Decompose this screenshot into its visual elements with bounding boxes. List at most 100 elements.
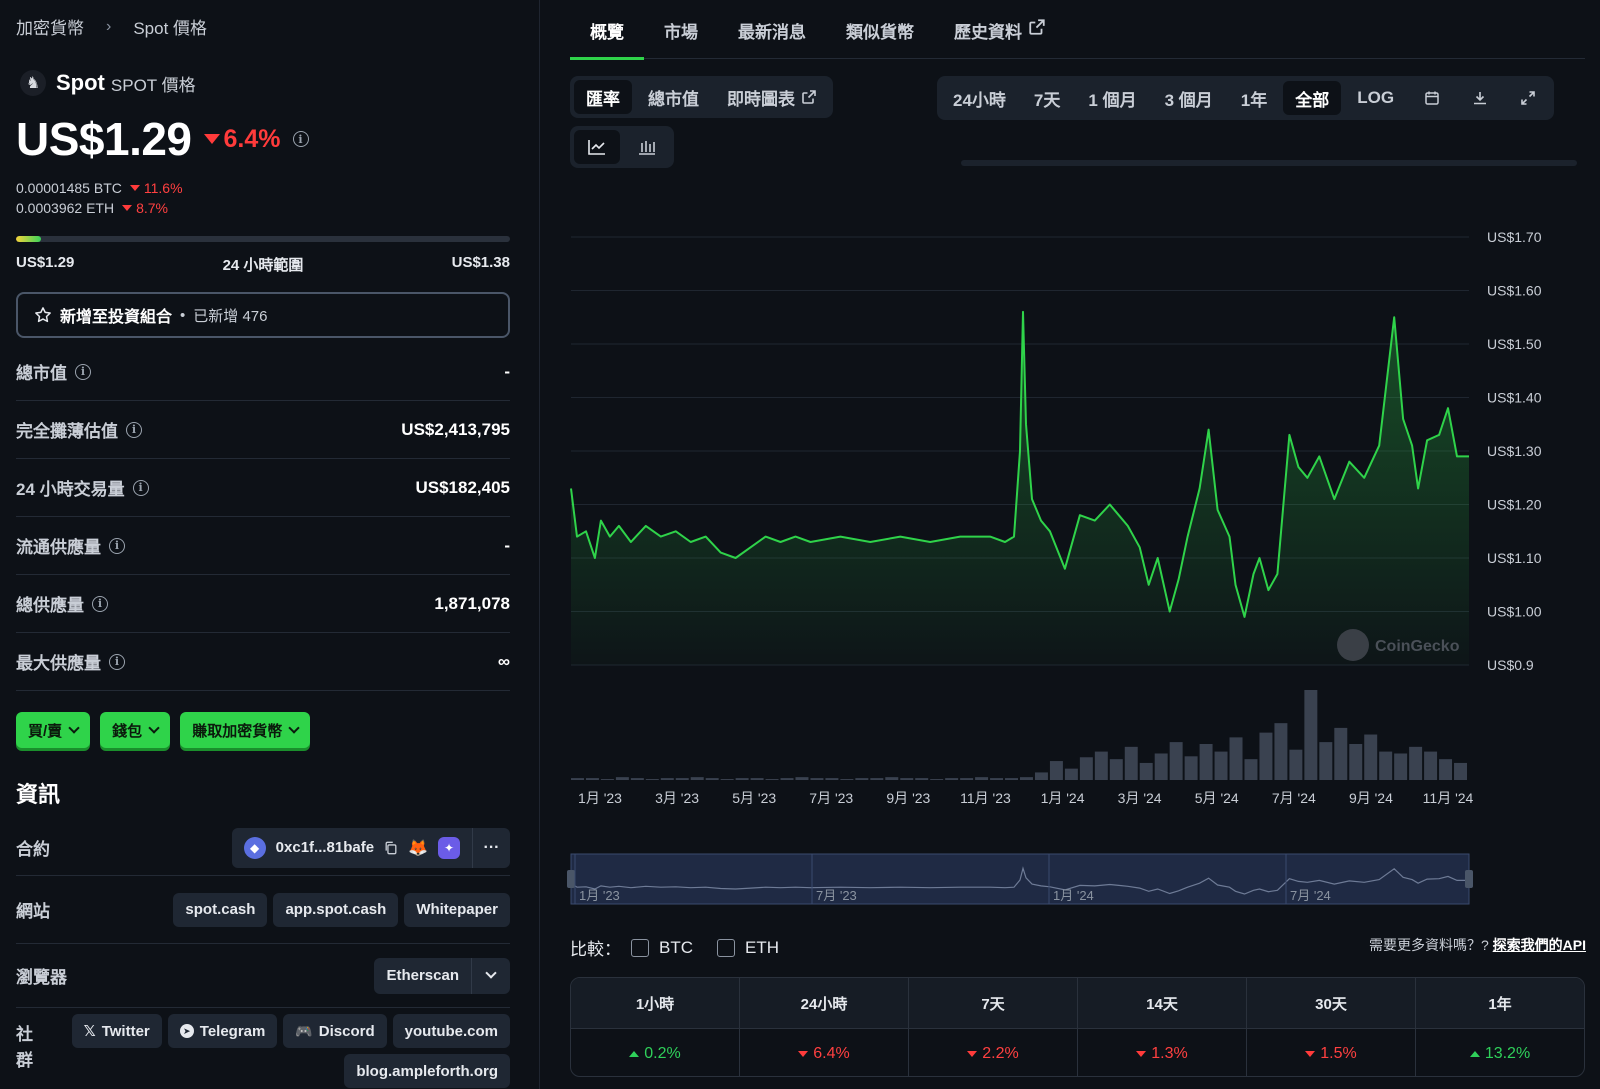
tab-news[interactable]: 最新消息 [738, 18, 806, 59]
volume-bar [1349, 744, 1363, 780]
metamask-icon[interactable]: 🦊 [408, 838, 428, 858]
volume-bar [840, 779, 854, 780]
buy-sell-button[interactable]: 買/賣 [16, 712, 91, 748]
range-low: US$1.29 [16, 254, 75, 271]
download-icon[interactable] [1458, 81, 1502, 115]
youtube-link[interactable]: youtube.com [392, 1014, 510, 1048]
volume-bar [1124, 746, 1138, 780]
tab-similar-coins[interactable]: 類似貨幣 [846, 18, 914, 59]
tab-markets[interactable]: 市場 [664, 18, 698, 59]
buy-sell-label: 買/賣 [28, 722, 63, 740]
social-label: 社群 [16, 1025, 33, 1070]
eth-compare-checkbox[interactable] [717, 938, 735, 957]
volume-bar [1034, 772, 1048, 780]
explorer-select[interactable]: Etherscan [374, 957, 510, 994]
stat-label: 流通供應量 i [16, 533, 125, 558]
chevron-down-icon [288, 721, 300, 734]
volume-bar [1109, 759, 1123, 780]
candlestick-chart-icon[interactable] [624, 130, 670, 164]
volume-bar [765, 779, 779, 780]
info-icon[interactable]: i [75, 363, 91, 380]
line-chart-icon[interactable] [574, 130, 620, 164]
volume-bar [1439, 759, 1453, 780]
volume-bar [705, 778, 719, 780]
x-tick-label: 3月 '24 [1118, 790, 1162, 806]
info-icon[interactable]: i [292, 131, 309, 147]
x-tick-label: 5月 '24 [1195, 790, 1239, 806]
eth-compare-label: ETH [745, 937, 779, 957]
range-scrollbar[interactable] [961, 160, 1577, 166]
fullscreen-icon[interactable] [1506, 81, 1550, 115]
range-3m[interactable]: 3 個月 [1153, 81, 1225, 115]
stat-label-text: 完全攤薄估值 [16, 422, 118, 441]
info-icon[interactable]: i [126, 421, 142, 438]
wallet-button[interactable]: 錢包 [100, 712, 171, 748]
earn-crypto-button[interactable]: 賺取加密貨幣 [180, 712, 311, 748]
volume-bar [1199, 744, 1213, 780]
volume-bar [930, 779, 944, 780]
volume-bar [885, 777, 899, 780]
performance-header-cell: 30天 [1247, 978, 1416, 1028]
info-icon[interactable]: i [109, 653, 125, 670]
performance-header-cell: 14天 [1078, 978, 1247, 1028]
range-navigator[interactable]: 1月 '23 7月 '23 1月 '24 7月 '24 [541, 852, 1600, 912]
btc-compare-checkbox[interactable] [631, 938, 649, 957]
website-link[interactable]: app.spot.cash [273, 892, 399, 927]
discord-icon: 🎮 [295, 1022, 313, 1039]
social-row: 社群 𝕏 Twitter ➤ Telegram 🎮 Discord youtube.c… [16, 1014, 510, 1089]
chevron-down-icon [148, 721, 160, 734]
performance-header-cell: 24小時 [740, 978, 909, 1028]
telegram-link[interactable]: ➤ Telegram [167, 1014, 278, 1048]
info-heading: 資訊 [16, 782, 61, 807]
social-links: 𝕏 Twitter ➤ Telegram 🎮 Discord youtube.com … [70, 1014, 510, 1088]
earn-label: 賺取加密貨幣 [192, 722, 283, 740]
mode-live-chart[interactable]: 即時圖表 [715, 80, 829, 114]
volume-bar [571, 778, 584, 780]
mode-market-cap[interactable]: 總市值 [636, 80, 711, 114]
tab-overview[interactable]: 概覽 [570, 18, 644, 60]
mode-price[interactable]: 匯率 [574, 80, 632, 114]
info-icon[interactable]: i [132, 479, 149, 496]
add-to-portfolio-button[interactable]: 新增至投資組合 • 已新增 476 [16, 292, 510, 338]
volume-bar [630, 778, 644, 780]
volume-bar [645, 779, 659, 780]
range-24h[interactable]: 24小時 [941, 81, 1018, 115]
volume-bar [990, 778, 1004, 780]
range-all[interactable]: 全部 [1283, 81, 1342, 115]
api-link[interactable]: 探索我們的API [1493, 937, 1586, 953]
contract-main[interactable]: ◆ 0xc1f...81bafe 🦊 ✦ [232, 836, 472, 859]
chart-panel: 概覽 市場 最新消息 類似貨幣 歷史資料 匯率 總市值 即時圖表 24小時 7天… [541, 0, 1600, 1089]
chart-mode-selector: 匯率 總市值 即時圖表 [570, 76, 833, 118]
tab-historical-data[interactable]: 歷史資料 [954, 18, 1046, 59]
website-link[interactable]: spot.cash [173, 892, 268, 927]
performance-header-cell: 1年 [1488, 995, 1512, 1013]
range-1y[interactable]: 1年 [1229, 81, 1279, 115]
log-scale-toggle[interactable]: LOG [1345, 81, 1406, 115]
more-options-icon[interactable]: ··· [472, 827, 510, 868]
calendar-icon[interactable] [1410, 81, 1454, 115]
coin-info-panel: 加密貨幣 › Spot 價格 ♞ Spot SPOT 價格 US$1.29 6.… [0, 0, 540, 1089]
breadcrumb-root[interactable]: 加密貨幣 [16, 14, 84, 39]
range-7d[interactable]: 7天 [1022, 81, 1072, 115]
live-chart-label: 即時圖表 [727, 89, 795, 109]
chevron-right-icon: › [106, 17, 112, 35]
whitepaper-link[interactable]: Whitepaper [404, 892, 510, 927]
copy-icon[interactable] [384, 841, 398, 855]
volume-bar [945, 778, 959, 780]
discord-label: Discord [318, 1022, 375, 1040]
discord-link[interactable]: 🎮 Discord [283, 1014, 387, 1048]
info-icon[interactable]: i [109, 537, 125, 554]
portfolio-count: 已新增 476 [193, 307, 268, 325]
range-1m[interactable]: 1 個月 [1076, 81, 1148, 115]
info-icon[interactable]: i [92, 595, 108, 612]
stat-row: 總供應量 i 1,871,078 [16, 575, 510, 633]
x-tick-label: 1月 '24 [1041, 790, 1085, 806]
volume-bar [675, 778, 689, 780]
external-link-icon [802, 90, 816, 104]
performance-value: 2.2% [982, 1044, 1019, 1062]
volume-bar [795, 777, 809, 780]
wallet-connect-icon[interactable]: ✦ [438, 836, 460, 859]
blog-link[interactable]: blog.ampleforth.org [344, 1054, 510, 1088]
twitter-link[interactable]: 𝕏 Twitter [71, 1014, 162, 1048]
stat-label-text: 最大供應量 [16, 654, 101, 673]
